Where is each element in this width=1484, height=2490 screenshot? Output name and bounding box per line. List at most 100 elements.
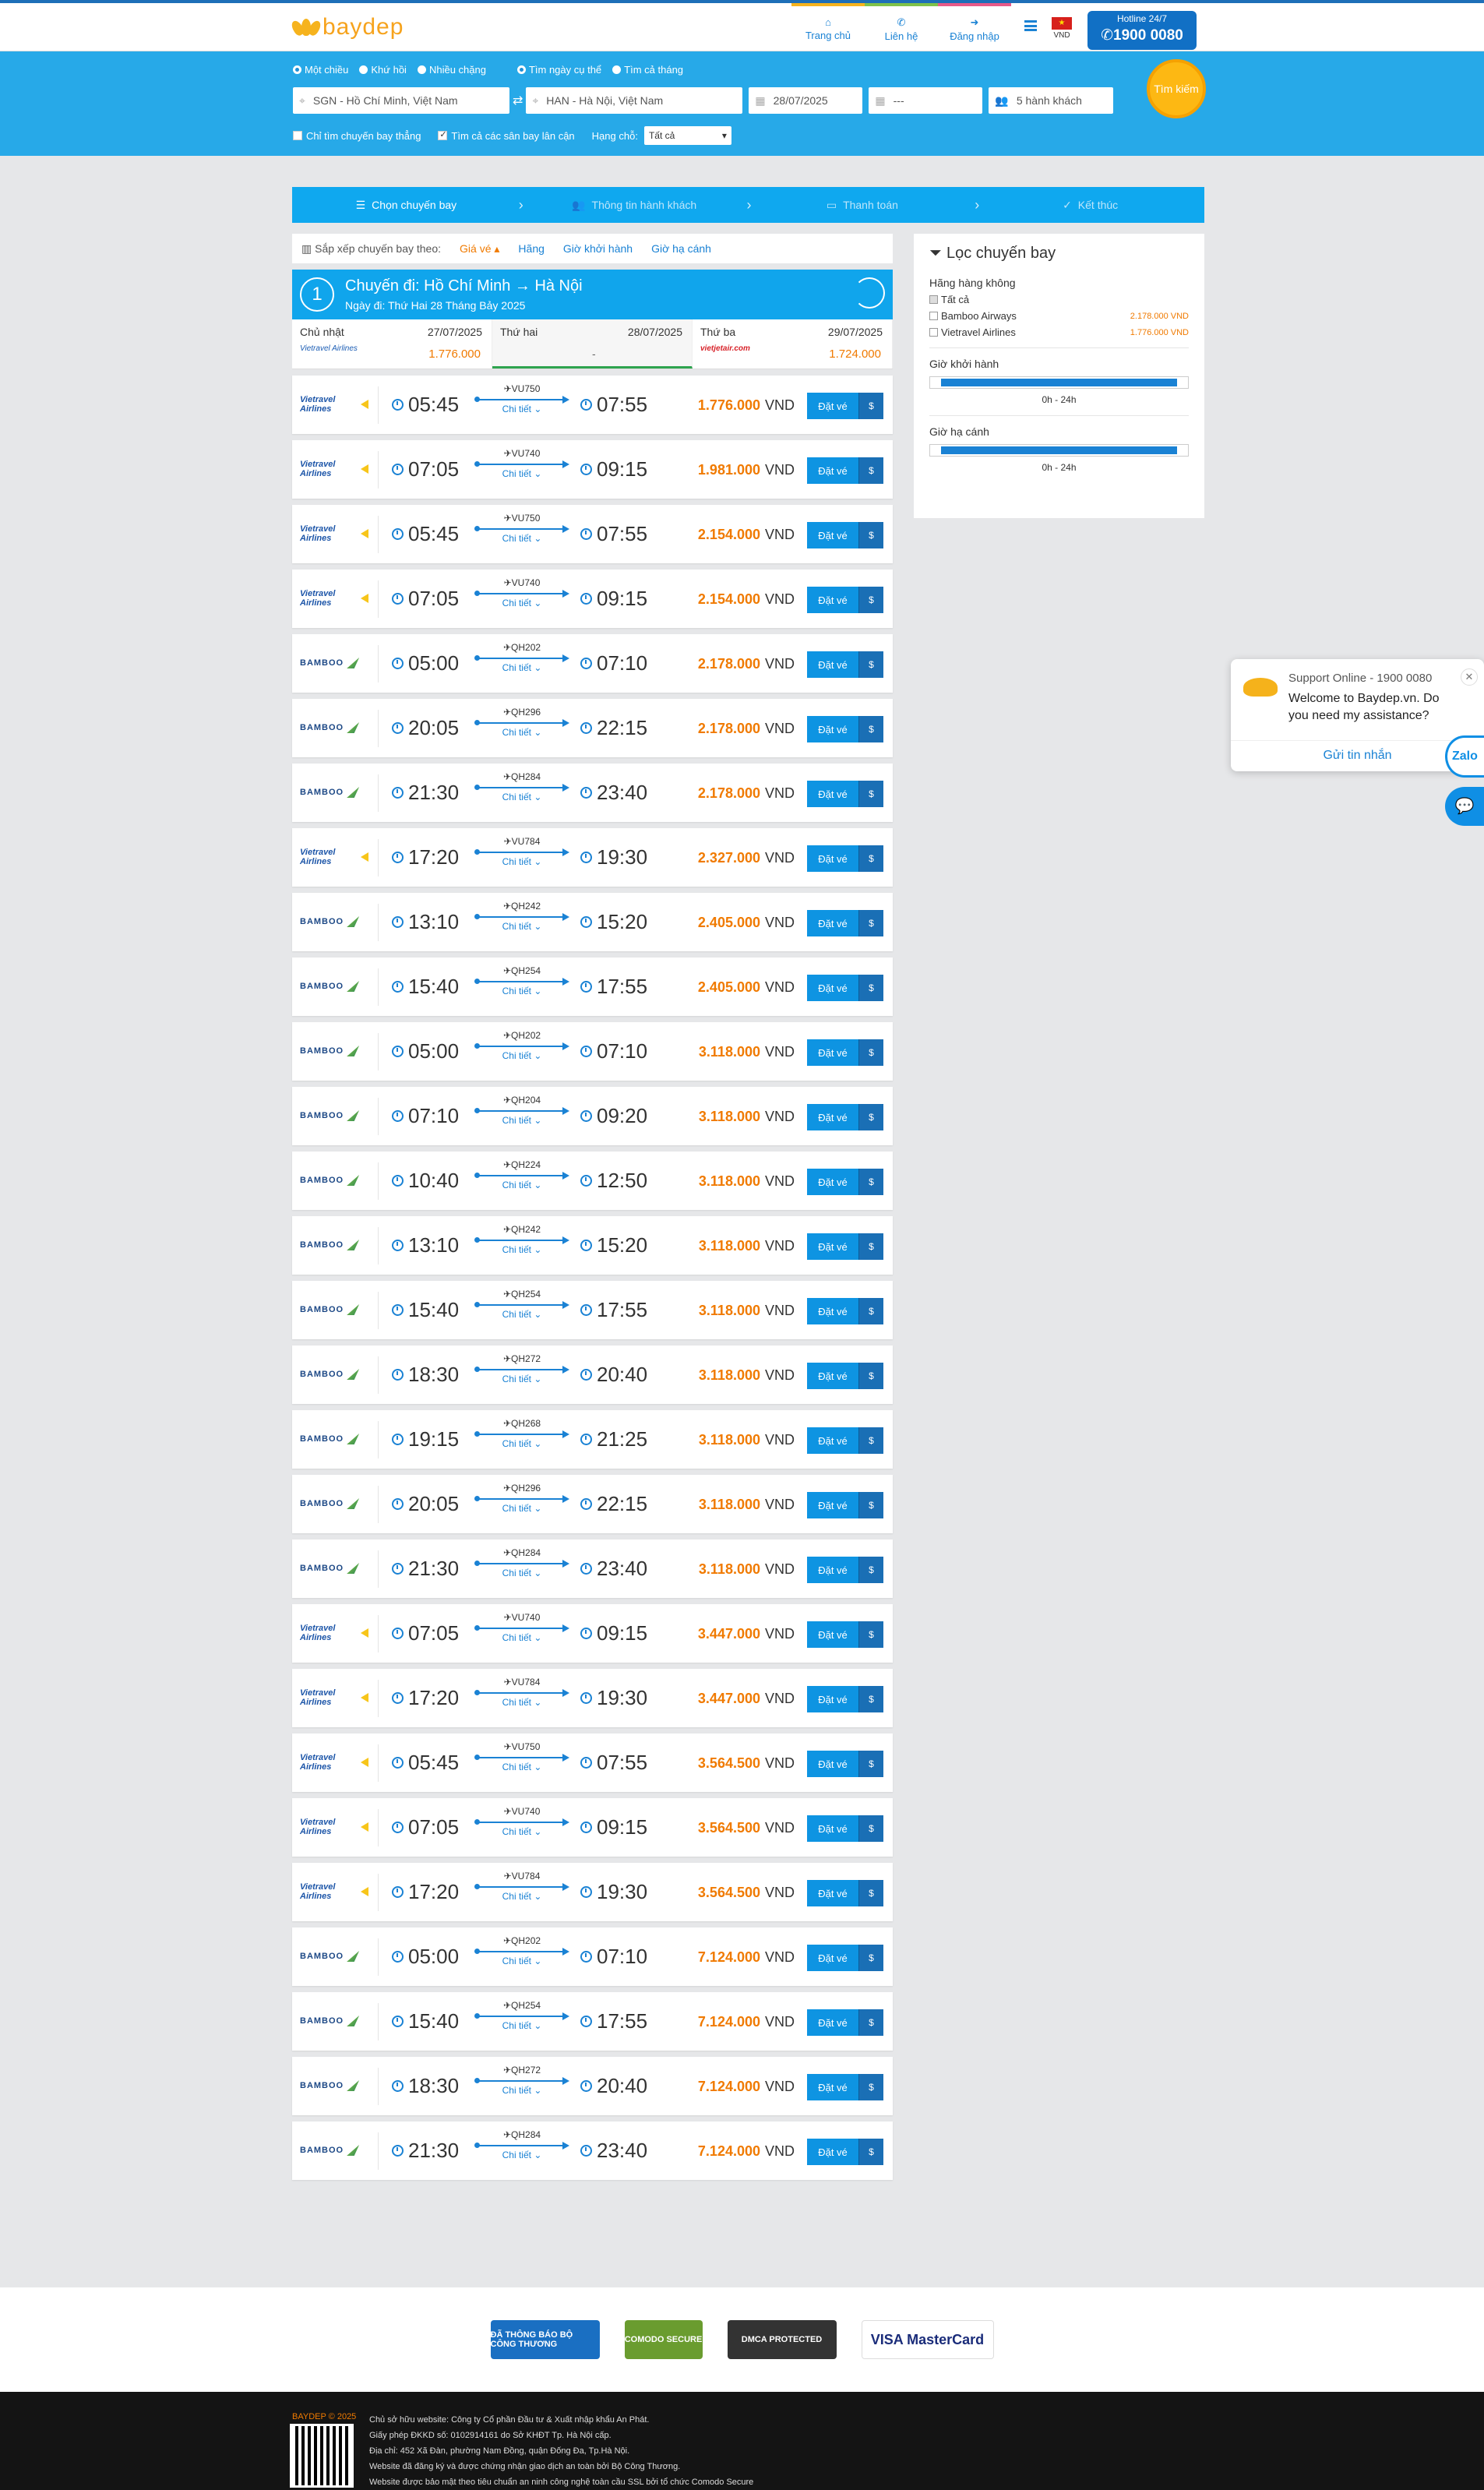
detail-link[interactable]: Chi tiết ⌄	[476, 2085, 568, 2096]
flight-row[interactable]: BAMBOO 10:40 ✈QH224 Chi tiết ⌄ 12:50 3.118.00…	[292, 1152, 893, 1210]
trip-oneway[interactable]: Một chiều	[293, 64, 348, 76]
price-detail-button[interactable]: $	[858, 651, 883, 678]
price-detail-button[interactable]: $	[858, 1169, 883, 1195]
flight-row[interactable]: Vietravel Airlines 07:05 ✈VU740 Chi tiết ⌄ 0…	[292, 1798, 893, 1857]
flight-row[interactable]: BAMBOO 07:10 ✈QH204 Chi tiết ⌄ 09:20 3.118.00…	[292, 1087, 893, 1145]
search-button[interactable]: Tìm kiếm	[1147, 59, 1206, 118]
price-detail-button[interactable]: $	[858, 781, 883, 807]
logo[interactable]: baydep	[289, 14, 404, 41]
sort-airline[interactable]: Hãng	[518, 242, 544, 255]
direct-only-checkbox[interactable]: Chỉ tìm chuyến bay thẳng	[293, 130, 421, 142]
price-detail-button[interactable]: $	[858, 1815, 883, 1842]
detail-link[interactable]: Chi tiết ⌄	[476, 1503, 568, 1514]
flight-row[interactable]: Vietravel Airlines 17:20 ✈VU784 Chi tiết ⌄ 1…	[292, 1863, 893, 1921]
flight-row[interactable]: BAMBOO 18:30 ✈QH272 Chi tiết ⌄ 20:40 7.124.00…	[292, 2057, 893, 2115]
price-detail-button[interactable]: $	[858, 845, 883, 872]
book-button[interactable]: Đặt vé	[807, 1492, 858, 1518]
price-detail-button[interactable]: $	[858, 1363, 883, 1389]
book-button[interactable]: Đặt vé	[807, 1880, 858, 1906]
flight-row[interactable]: BAMBOO 15:40 ✈QH254 Chi tiết ⌄ 17:55 7.124.00…	[292, 1992, 893, 2051]
trip-roundtrip[interactable]: Khứ hồi	[359, 64, 407, 76]
flight-row[interactable]: Vietravel Airlines 05:45 ✈VU750 Chi tiết ⌄ 0…	[292, 1733, 893, 1792]
flight-row[interactable]: Vietravel Airlines 05:45 ✈VU750 Chi tiết ⌄ 0…	[292, 376, 893, 434]
flight-row[interactable]: BAMBOO 21:30 ✈QH284 Chi tiết ⌄ 23:40 7.124.00…	[292, 2121, 893, 2180]
detail-link[interactable]: Chi tiết ⌄	[476, 1050, 568, 1061]
return-date-input[interactable]: ▦ ---	[869, 87, 983, 114]
price-detail-button[interactable]: $	[858, 1751, 883, 1777]
book-button[interactable]: Đặt vé	[807, 1039, 858, 1066]
book-button[interactable]: Đặt vé	[807, 2139, 858, 2165]
book-button[interactable]: Đặt vé	[807, 1363, 858, 1389]
book-button[interactable]: Đặt vé	[807, 2074, 858, 2100]
flight-row[interactable]: Vietravel Airlines 17:20 ✈VU784 Chi tiết ⌄ 1…	[292, 1669, 893, 1727]
book-button[interactable]: Đặt vé	[807, 1104, 858, 1130]
book-button[interactable]: Đặt vé	[807, 1686, 858, 1712]
flight-row[interactable]: BAMBOO 05:00 ✈QH202 Chi tiết ⌄ 07:10 3.118.00…	[292, 1022, 893, 1081]
date-mode-exact[interactable]: Tìm ngày cụ thể	[516, 64, 601, 76]
currency-switch[interactable]: ★ VND	[1052, 17, 1072, 40]
detail-link[interactable]: Chi tiết ⌄	[476, 792, 568, 802]
price-detail-button[interactable]: $	[858, 1233, 883, 1260]
book-button[interactable]: Đặt vé	[807, 1298, 858, 1324]
depart-date-input[interactable]: ▦ 28/07/2025	[749, 87, 863, 114]
detail-link[interactable]: Chi tiết ⌄	[476, 1309, 568, 1320]
book-button[interactable]: Đặt vé	[807, 393, 858, 419]
flight-row[interactable]: BAMBOO 13:10 ✈QH242 Chi tiết ⌄ 15:20 3.118.00…	[292, 1216, 893, 1275]
flight-row[interactable]: BAMBOO 20:05 ✈QH296 Chi tiết ⌄ 22:15 2.178.00…	[292, 699, 893, 757]
price-detail-button[interactable]: $	[858, 393, 883, 419]
book-button[interactable]: Đặt vé	[807, 1169, 858, 1195]
price-detail-button[interactable]: $	[858, 1880, 883, 1906]
price-detail-button[interactable]: $	[858, 1621, 883, 1648]
arrival-time-slider[interactable]: 0h - 24h	[929, 444, 1189, 473]
price-detail-button[interactable]: $	[858, 975, 883, 1001]
price-detail-button[interactable]: $	[858, 1557, 883, 1583]
flight-row[interactable]: BAMBOO 05:00 ✈QH202 Chi tiết ⌄ 07:10 2.178.00…	[292, 634, 893, 693]
detail-link[interactable]: Chi tiết ⌄	[476, 986, 568, 996]
price-detail-button[interactable]: $	[858, 1945, 883, 1971]
book-button[interactable]: Đặt vé	[807, 1427, 858, 1454]
chat-icon[interactable]: 💬	[1445, 787, 1484, 826]
detail-link[interactable]: Chi tiết ⌄	[476, 1826, 568, 1837]
date-cell-current[interactable]: Thứ hai 28/07/2025 -	[492, 319, 693, 369]
flight-row[interactable]: BAMBOO 15:40 ✈QH254 Chi tiết ⌄ 17:55 3.118.00…	[292, 1281, 893, 1339]
detail-link[interactable]: Chi tiết ⌄	[476, 1374, 568, 1384]
book-button[interactable]: Đặt vé	[807, 716, 858, 742]
book-button[interactable]: Đặt vé	[807, 1945, 858, 1971]
flight-row[interactable]: Vietravel Airlines 07:05 ✈VU740 Chi tiết ⌄ 0…	[292, 440, 893, 499]
detail-link[interactable]: Chi tiết ⌄	[476, 1891, 568, 1902]
book-button[interactable]: Đặt vé	[807, 1233, 858, 1260]
flight-row[interactable]: BAMBOO 05:00 ✈QH202 Chi tiết ⌄ 07:10 7.124.00…	[292, 1927, 893, 1986]
date-mode-month[interactable]: Tìm cả tháng	[612, 64, 683, 76]
swap-icon[interactable]: ⇄	[513, 93, 523, 108]
filter-vietravel-checkbox[interactable]: Vietravel Airlines 1.776.000 VND	[929, 326, 1189, 338]
price-detail-button[interactable]: $	[858, 716, 883, 742]
detail-link[interactable]: Chi tiết ⌄	[476, 662, 568, 673]
book-button[interactable]: Đặt vé	[807, 651, 858, 678]
detail-link[interactable]: Chi tiết ⌄	[476, 727, 568, 738]
dmca-badge[interactable]: DMCA PROTECTED	[727, 2320, 837, 2359]
step-select-flight[interactable]: ☰ Chọn chuyến bay ›	[292, 187, 523, 223]
flight-row[interactable]: BAMBOO 13:10 ✈QH242 Chi tiết ⌄ 15:20 2.405.00…	[292, 893, 893, 951]
book-button[interactable]: Đặt vé	[807, 587, 858, 613]
price-detail-button[interactable]: $	[858, 2139, 883, 2165]
step-passenger-info[interactable]: 👥 Thông tin hành khách ›	[520, 187, 751, 223]
detail-link[interactable]: Chi tiết ⌄	[476, 468, 568, 479]
zalo-button[interactable]: Zalo	[1445, 735, 1484, 778]
nav-home[interactable]: ⌂ Trang chủ	[791, 3, 865, 51]
detail-link[interactable]: Chi tiết ⌄	[476, 856, 568, 867]
hotline-button[interactable]: Hotline 24/7 ✆1900 0080	[1087, 11, 1197, 50]
price-detail-button[interactable]: $	[858, 910, 883, 936]
price-detail-button[interactable]: $	[858, 1686, 883, 1712]
detail-link[interactable]: Chi tiết ⌄	[476, 1956, 568, 1966]
sort-departure[interactable]: Giờ khởi hành	[563, 242, 633, 255]
book-button[interactable]: Đặt vé	[807, 1621, 858, 1648]
flight-row[interactable]: BAMBOO 20:05 ✈QH296 Chi tiết ⌄ 22:15 3.118.00…	[292, 1475, 893, 1533]
flight-row[interactable]: BAMBOO 21:30 ✈QH284 Chi tiết ⌄ 23:40 2.178.00…	[292, 764, 893, 822]
date-cell-next[interactable]: Thứ ba 29/07/2025 vietjetair.com 1.724.0…	[693, 319, 893, 369]
book-button[interactable]: Đặt vé	[807, 1751, 858, 1777]
detail-link[interactable]: Chi tiết ⌄	[476, 1244, 568, 1255]
book-button[interactable]: Đặt vé	[807, 781, 858, 807]
detail-link[interactable]: Chi tiết ⌄	[476, 1115, 568, 1126]
detail-link[interactable]: Chi tiết ⌄	[476, 1697, 568, 1708]
step-finish[interactable]: ✓ Kết thúc	[976, 187, 1204, 223]
